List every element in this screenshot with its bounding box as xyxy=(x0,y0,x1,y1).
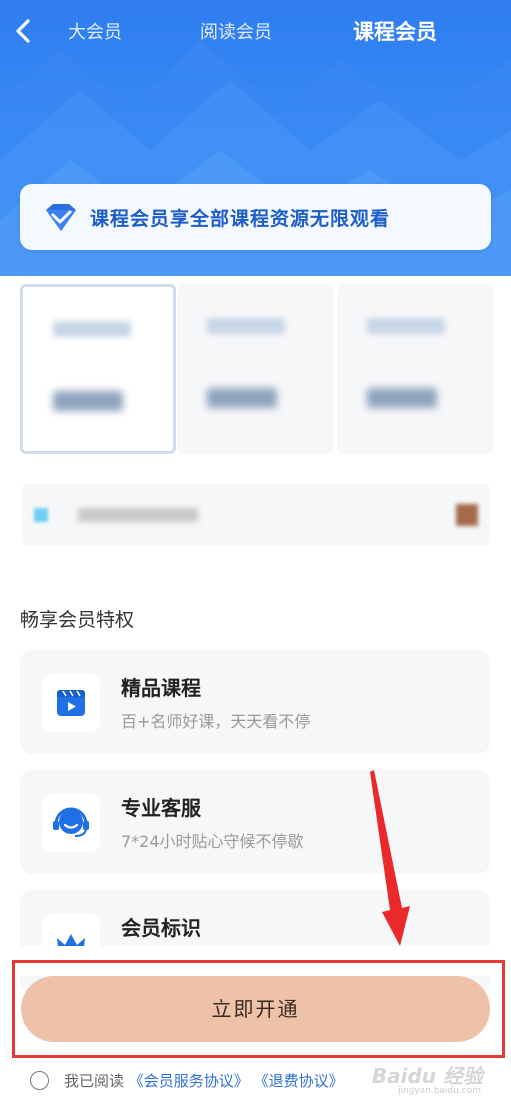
watermark-logo: Baidu 经验 xyxy=(371,1064,483,1088)
coupon-arrow-icon xyxy=(456,504,478,526)
plan-name-blurred xyxy=(207,318,285,334)
agreement-text: 我已阅读 《会员服务协议》 《退费协议》 xyxy=(64,1070,344,1091)
coupon-text-blurred xyxy=(78,508,198,522)
tab-course-member[interactable]: 课程会员 xyxy=(353,16,437,46)
privilege-title: 专业客服 xyxy=(121,796,201,820)
tab-reading-member[interactable]: 阅读会员 xyxy=(200,18,272,44)
member-banner: 课程会员享全部课程资源无限观看 xyxy=(20,184,491,250)
privilege-desc: 百+名师好课，天天看不停 xyxy=(121,712,311,731)
refund-agreement-link[interactable]: 《退费协议》 xyxy=(254,1072,344,1090)
coupon-row[interactable] xyxy=(22,484,490,546)
header: 大会员 阅读会员 课程会员 课程会员享全部课程资源无限观看 xyxy=(0,0,511,276)
plan-name-blurred xyxy=(53,321,131,337)
privilege-card: 精品课程 百+名师好课，天天看不停 xyxy=(20,650,490,754)
chevron-left-icon[interactable] xyxy=(8,14,38,48)
privilege-title: 会员标识 xyxy=(121,916,201,940)
agree-radio[interactable] xyxy=(30,1071,49,1090)
plan-option-3[interactable] xyxy=(337,284,493,454)
watermark-url: jingyan.baidu.com xyxy=(397,1086,481,1096)
plan-option-1[interactable] xyxy=(20,284,176,454)
plan-name-blurred xyxy=(367,318,445,334)
privilege-title: 精品课程 xyxy=(121,676,201,700)
agreement-prefix: 我已阅读 xyxy=(64,1072,125,1090)
plan-option-2[interactable] xyxy=(177,284,333,454)
annotation-arrow-icon xyxy=(370,770,410,946)
plan-options xyxy=(0,284,511,456)
plan-price-blurred xyxy=(367,388,437,408)
member-service-agreement-link[interactable]: 《会员服务协议》 xyxy=(129,1072,249,1090)
diamond-icon xyxy=(46,204,76,231)
coupon-icon xyxy=(34,508,48,522)
section-title: 畅享会员特权 xyxy=(20,609,135,631)
video-course-icon xyxy=(42,674,100,732)
customer-service-icon xyxy=(42,794,100,852)
plan-price-blurred xyxy=(207,388,277,408)
tab-big-member[interactable]: 大会员 xyxy=(68,18,122,44)
plan-price-blurred xyxy=(53,391,123,411)
open-now-button[interactable]: 立即开通 xyxy=(21,976,490,1042)
nav-bar: 大会员 阅读会员 课程会员 xyxy=(0,0,511,62)
privilege-desc: 7*24小时贴心守候不停歇 xyxy=(121,832,304,851)
banner-text: 课程会员享全部课程资源无限观看 xyxy=(90,208,391,230)
